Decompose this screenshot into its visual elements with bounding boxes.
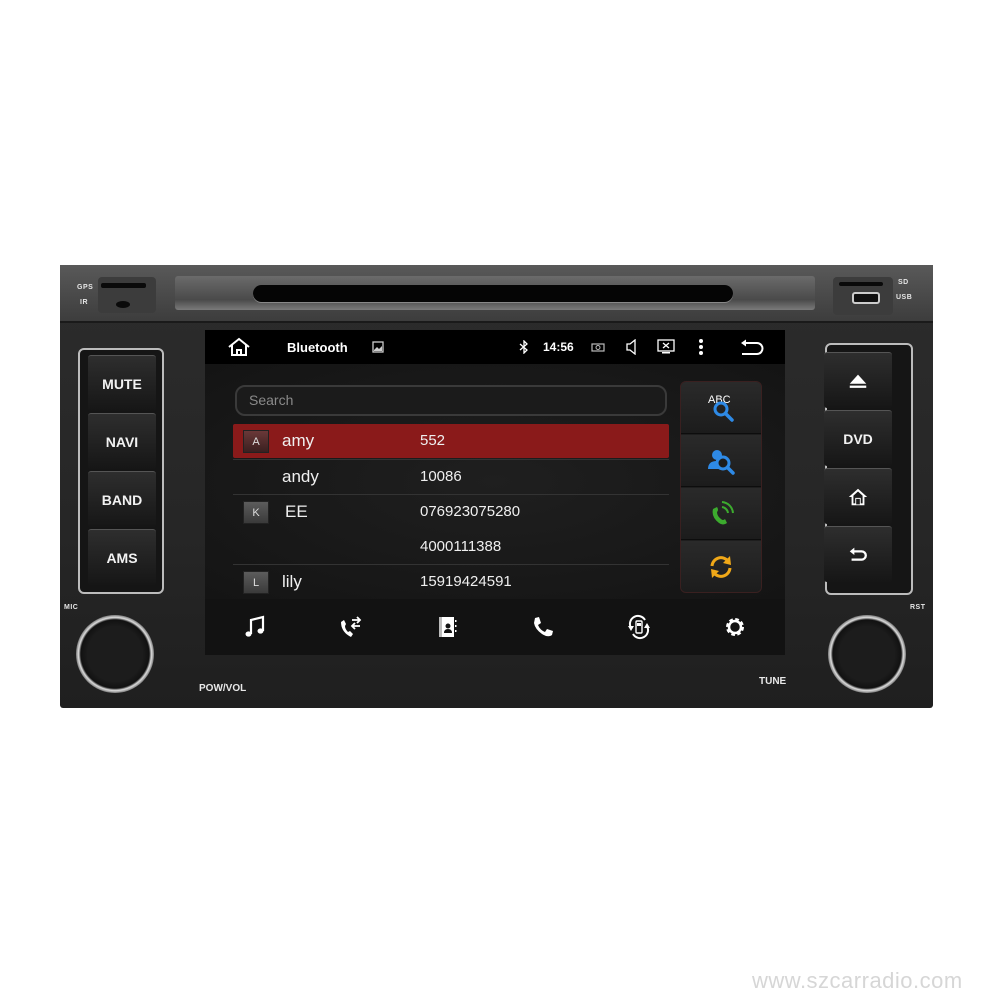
gps-card-slot	[101, 283, 146, 288]
phone-sync-icon	[628, 614, 650, 640]
dvd-button[interactable]: DVD	[824, 410, 892, 466]
contact-name: andy	[282, 467, 319, 486]
phonebook-tab[interactable]	[417, 609, 477, 645]
contact-row[interactable]: L lily 15919424591	[233, 565, 669, 599]
back-icon	[741, 339, 764, 355]
back-button[interactable]	[824, 526, 892, 582]
contact-search-button[interactable]	[681, 435, 761, 487]
more-vert-icon	[699, 339, 703, 355]
abc-search-icon: ABC	[708, 394, 734, 422]
tune-label: TUNE	[759, 676, 787, 687]
abc-search-button[interactable]: ABC	[681, 382, 761, 434]
left-button-column: MUTE NAVI BAND AMS	[82, 353, 162, 593]
contact-number: 552	[420, 432, 446, 449]
ir-sensor	[116, 301, 130, 308]
search-input[interactable]: Search	[235, 385, 667, 416]
tune-knob[interactable]	[828, 615, 906, 693]
index-letter: K	[243, 501, 269, 524]
band-button[interactable]: BAND	[88, 471, 156, 527]
gps-label: GPS	[77, 284, 94, 291]
ir-label: IR	[80, 299, 88, 306]
contacts-panel: Search A amy 552 andy 10086 K EE 0769230…	[205, 364, 785, 599]
right-button-column: DVD	[818, 350, 898, 590]
contact-number: 10086	[420, 468, 462, 485]
watermark: www.szcarradio.com	[752, 968, 963, 993]
home-button[interactable]	[824, 468, 892, 524]
sd-card-slot	[839, 282, 883, 286]
phone-tab[interactable]	[513, 609, 573, 645]
volume-icon	[626, 339, 636, 355]
home-icon	[228, 337, 250, 356]
sync-contacts-button[interactable]	[681, 541, 761, 592]
bottom-navigation	[205, 599, 785, 655]
camera-icon	[591, 343, 605, 352]
index-letter: A	[243, 430, 269, 453]
settings-icon	[726, 618, 744, 636]
mute-button[interactable]: MUTE	[88, 355, 156, 411]
settings-tab[interactable]	[705, 609, 765, 645]
contact-tools: ABC	[680, 381, 762, 593]
power-volume-knob[interactable]	[76, 615, 154, 693]
contact-name: lily	[282, 572, 302, 591]
screenshot-button[interactable]	[591, 330, 605, 364]
call-transfer-tab[interactable]	[321, 609, 381, 645]
index-letter: L	[243, 571, 269, 594]
sync-icon	[710, 555, 732, 578]
contact-row[interactable]: K EE 076923075280	[233, 495, 669, 529]
close-screen-button[interactable]	[657, 330, 675, 364]
status-bar: Bluetooth 14:56	[205, 330, 785, 364]
screen-close-icon	[657, 339, 675, 354]
eject-button[interactable]	[824, 352, 892, 408]
home-icon	[848, 488, 868, 505]
touchscreen: Bluetooth 14:56 Search A amy 552 andy 10…	[205, 330, 785, 655]
contact-name: amy	[282, 431, 315, 450]
eject-icon	[849, 374, 867, 388]
ams-button[interactable]: AMS	[88, 529, 156, 585]
contact-number: 15919424591	[420, 573, 512, 590]
bluetooth-icon	[519, 340, 528, 354]
navi-button[interactable]: NAVI	[88, 413, 156, 469]
volume-button[interactable]	[625, 330, 639, 364]
phonebook-icon	[439, 617, 457, 637]
app-title: Bluetooth	[287, 339, 348, 355]
dial-icon	[712, 500, 734, 524]
mic-label: MIC	[64, 604, 79, 611]
pow-vol-label: POW/VOL	[199, 683, 247, 694]
contact-row[interactable]: andy 10086	[233, 460, 669, 494]
contact-number: 4000111388	[420, 538, 502, 555]
image-notification	[372, 330, 384, 364]
music-tab[interactable]	[225, 609, 285, 645]
music-icon	[245, 615, 265, 637]
usb-port	[852, 292, 880, 304]
contact-row[interactable]: A amy 552	[233, 424, 669, 458]
disc-slot	[253, 285, 733, 302]
back-nav-button[interactable]	[739, 330, 765, 364]
home-nav-button[interactable]	[227, 330, 251, 364]
phone-icon	[534, 617, 553, 637]
contact-search-icon	[708, 449, 735, 475]
bluetooth-status	[519, 330, 529, 364]
dial-button[interactable]	[681, 488, 761, 540]
sd-label: SD	[898, 279, 909, 286]
phone-sync-tab[interactable]	[609, 609, 669, 645]
contact-row[interactable]: 4000111388	[233, 530, 669, 564]
clock: 14:56	[543, 340, 574, 354]
back-icon	[849, 547, 867, 561]
more-menu-button[interactable]	[698, 330, 704, 364]
rst-label: RST	[910, 604, 926, 611]
image-icon	[372, 341, 384, 353]
contact-number: 076923075280	[420, 503, 521, 520]
contact-name: EE	[285, 502, 308, 521]
usb-label: USB	[896, 294, 913, 301]
call-transfer-icon	[341, 616, 362, 637]
